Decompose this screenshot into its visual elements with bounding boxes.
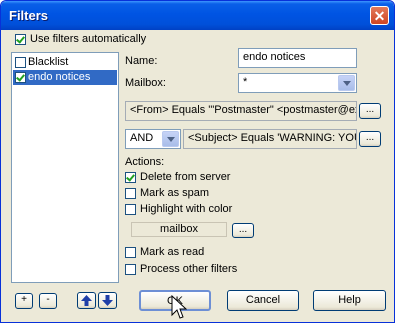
mouse-cursor-icon bbox=[171, 295, 187, 319]
chevron-down-icon[interactable] bbox=[338, 75, 355, 91]
filter-enabled-checkbox[interactable] bbox=[15, 57, 26, 68]
add-filter-button[interactable]: + bbox=[15, 293, 33, 309]
mark-as-spam-checkbox[interactable] bbox=[125, 188, 136, 199]
filter-enabled-checkbox[interactable] bbox=[15, 72, 26, 83]
highlight-color-swatch: mailbox bbox=[131, 222, 227, 237]
arrow-up-icon bbox=[81, 295, 92, 306]
chevron-down-icon[interactable] bbox=[162, 131, 179, 147]
name-label: Name: bbox=[125, 55, 158, 67]
process-other-filters-label: Process other filters bbox=[140, 263, 238, 275]
filters-dialog: Filters ✕ Use filters automatically Blac… bbox=[0, 0, 395, 323]
name-field[interactable]: endo notices bbox=[238, 48, 357, 68]
delete-from-server-label: Delete from server bbox=[140, 171, 231, 183]
list-item[interactable]: Blacklist bbox=[13, 55, 117, 70]
mark-as-read-label: Mark as read bbox=[140, 246, 205, 258]
mailbox-label: Mailbox: bbox=[125, 77, 166, 89]
mailbox-select[interactable]: * bbox=[238, 73, 357, 93]
condition-field[interactable]: <Subject> Equals 'WARNING: YOU bbox=[183, 129, 357, 149]
arrow-down-icon bbox=[102, 295, 113, 306]
edit-condition-button[interactable]: ... bbox=[359, 103, 381, 119]
condition-field[interactable]: <From> Equals '"Postmaster" <postmaster@… bbox=[125, 101, 357, 121]
use-filters-checkbox[interactable] bbox=[15, 34, 26, 45]
filter-list[interactable]: Blacklist endo notices bbox=[11, 52, 119, 283]
list-item[interactable]: endo notices bbox=[13, 70, 117, 85]
highlight-color-checkbox[interactable] bbox=[125, 204, 136, 215]
cancel-button[interactable]: Cancel bbox=[227, 290, 299, 311]
operator-select[interactable]: AND bbox=[125, 129, 181, 149]
close-icon: ✕ bbox=[373, 8, 386, 24]
delete-from-server-checkbox[interactable] bbox=[125, 172, 136, 183]
close-button[interactable]: ✕ bbox=[370, 6, 389, 25]
remove-filter-button[interactable]: - bbox=[39, 293, 57, 309]
help-button[interactable]: Help bbox=[313, 290, 386, 311]
window-title: Filters bbox=[9, 8, 49, 23]
operator-value: AND bbox=[130, 132, 154, 144]
list-item-label: endo notices bbox=[28, 71, 91, 83]
list-item-label: Blacklist bbox=[28, 56, 69, 68]
mailbox-value: * bbox=[243, 76, 248, 88]
process-other-filters-checkbox[interactable] bbox=[125, 264, 136, 275]
move-down-button[interactable] bbox=[98, 292, 117, 309]
actions-label: Actions: bbox=[125, 156, 165, 168]
use-filters-label: Use filters automatically bbox=[30, 33, 147, 45]
highlight-color-label: Highlight with color bbox=[140, 203, 233, 215]
mark-as-read-checkbox[interactable] bbox=[125, 247, 136, 258]
choose-color-button[interactable]: ... bbox=[232, 223, 254, 238]
title-bar: Filters ✕ bbox=[1, 1, 394, 30]
move-up-button[interactable] bbox=[77, 292, 96, 309]
edit-condition-button[interactable]: ... bbox=[359, 131, 381, 147]
mark-as-spam-label: Mark as spam bbox=[140, 187, 210, 199]
